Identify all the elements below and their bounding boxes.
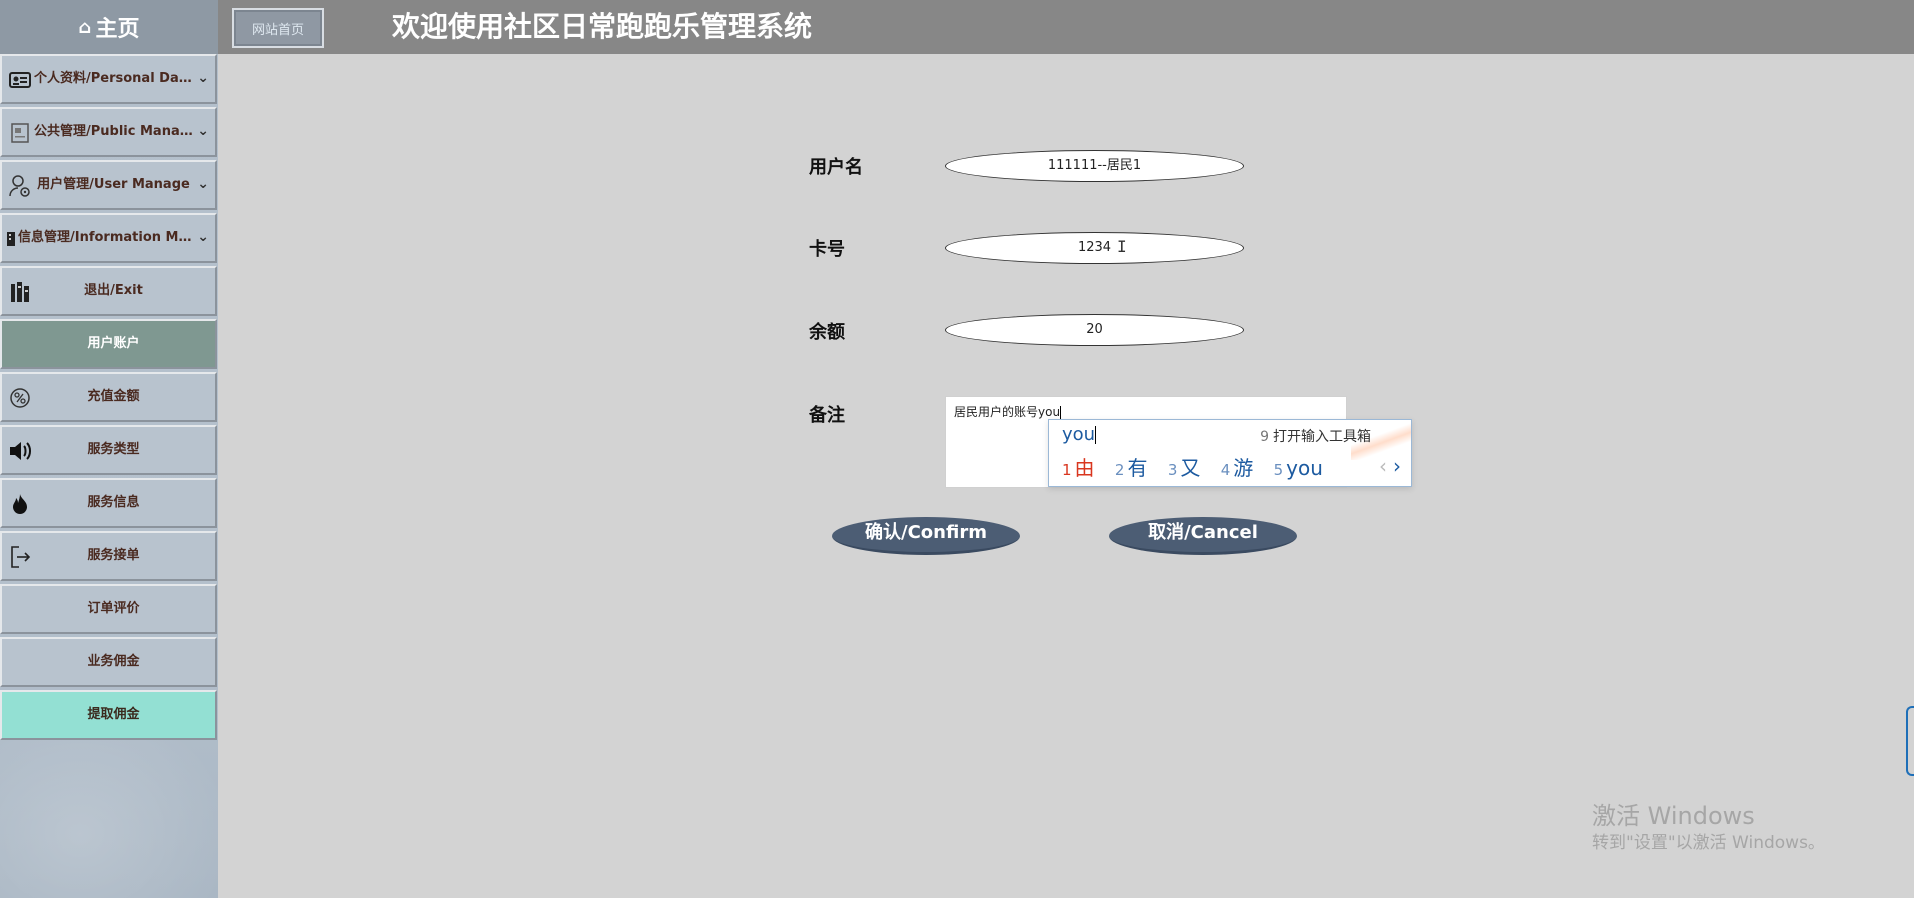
sidebar-item-withdraw-commission[interactable]: 提取佣金 — [0, 690, 217, 740]
text-caret — [1060, 406, 1062, 419]
sidebar-item-label: 服务类型 — [87, 442, 140, 457]
sidebar-item-personal-data[interactable]: 个人资料/Personal Data ⌄ — [0, 54, 217, 104]
logout-icon — [8, 545, 32, 569]
ime-candidate[interactable]: 3又 — [1168, 456, 1201, 480]
sidebar-item-user-account[interactable]: 用户账户 — [0, 319, 217, 369]
site-home-button[interactable]: 网站首页 — [232, 8, 324, 48]
username-label: 用户名 — [809, 157, 863, 178]
sidebar-item-order-review[interactable]: 订单评价 — [0, 584, 217, 634]
building-icon — [4, 227, 18, 251]
books-icon — [8, 280, 32, 304]
sidebar-item-label: 充值金额 — [87, 389, 140, 404]
cancel-button[interactable]: 取消/Cancel — [1109, 517, 1297, 555]
ime-candidate-window[interactable]: you 9 打开输入工具箱 1由 2有 3又 4游 5 you ‹ › — [1048, 419, 1412, 487]
sidebar-item-information-manage[interactable]: 信息管理/Information Man... ⌄ — [0, 213, 217, 263]
chevron-right-icon[interactable]: › — [1393, 454, 1401, 478]
ime-candidate[interactable]: 4游 — [1221, 456, 1254, 480]
sidebar-item-public-manage[interactable]: 公共管理/Public Manage ⌄ — [0, 107, 217, 157]
activation-watermark-subtitle: 转到"设置"以激活 Windows。 — [1592, 833, 1825, 853]
home-label: 主页 — [95, 17, 140, 42]
ime-candidate[interactable]: 5 you — [1274, 456, 1323, 480]
sidebar-item-label: 用户账户 — [87, 336, 140, 351]
speaker-icon — [8, 439, 32, 463]
sidebar-item-label: 提取佣金 — [87, 707, 140, 722]
remark-text: 居民用户的账号you — [954, 405, 1061, 419]
text-cursor-icon: I — [1117, 237, 1127, 256]
sidebar-item-label: 服务信息 — [87, 495, 140, 510]
side-scroll-handle[interactable] — [1906, 706, 1914, 776]
card-number-label: 卡号 — [809, 239, 845, 260]
chevron-down-icon: ⌄ — [197, 70, 209, 86]
sidebar-item-label: 退出/Exit — [84, 283, 143, 298]
page-title: 欢迎使用社区日常跑跑乐管理系统 — [392, 10, 813, 43]
fire-icon — [8, 492, 32, 516]
remark-label: 备注 — [809, 405, 845, 426]
balance-field[interactable]: 20 — [945, 314, 1244, 346]
home-icon: ⌂ — [78, 16, 92, 38]
sidebar-item-exit[interactable]: 退出/Exit — [0, 266, 217, 316]
activation-watermark-title: 激活 Windows — [1592, 802, 1755, 830]
id-card-icon — [8, 68, 32, 92]
sidebar-item-label: 业务佣金 — [87, 654, 140, 669]
ime-candidate-list: 1由 2有 3又 4游 5 you — [1062, 452, 1337, 481]
ime-candidate[interactable]: 1由 — [1062, 456, 1095, 480]
sidebar-item-label: 公共管理/Public Manage — [34, 124, 193, 139]
home-link[interactable]: ⌂ 主页 — [0, 0, 218, 54]
sidebar-item-label: 用户管理/User Manage — [37, 177, 190, 192]
sidebar-item-service-info[interactable]: 服务信息 — [0, 478, 217, 528]
sidebar-item-label: 服务接单 — [87, 548, 140, 563]
chevron-down-icon: ⌄ — [197, 123, 209, 139]
ime-toolbox-link[interactable]: 9 打开输入工具箱 — [1260, 426, 1371, 446]
balance-label: 余额 — [809, 322, 845, 343]
ime-composition: you — [1062, 424, 1097, 445]
username-field[interactable]: 111111--居民1 — [945, 150, 1244, 182]
card-number-field[interactable]: 1234 — [945, 232, 1244, 264]
settings-circle-icon — [8, 386, 32, 410]
ime-candidate[interactable]: 2有 — [1115, 456, 1148, 480]
sidebar-item-service-order[interactable]: 服务接单 — [0, 531, 217, 581]
sidebar-item-user-manage[interactable]: 用户管理/User Manage ⌄ — [0, 160, 217, 210]
chevron-down-icon: ⌄ — [197, 229, 209, 245]
sidebar-item-service-type[interactable]: 服务类型 — [0, 425, 217, 475]
chevron-down-icon: ⌄ — [197, 176, 209, 192]
sidebar-item-recharge[interactable]: 充值金额 — [0, 372, 217, 422]
sidebar-item-label: 个人资料/Personal Data — [34, 71, 193, 86]
ime-page-nav: ‹ › — [1379, 454, 1401, 478]
sidebar-item-label: 信息管理/Information Man... — [18, 230, 193, 245]
user-settings-icon — [8, 174, 32, 198]
confirm-button[interactable]: 确认/Confirm — [832, 517, 1020, 555]
sidebar-item-label: 订单评价 — [87, 601, 140, 616]
chevron-left-icon[interactable]: ‹ — [1379, 454, 1387, 478]
document-icon — [8, 121, 32, 145]
sidebar-item-business-commission[interactable]: 业务佣金 — [0, 637, 217, 687]
